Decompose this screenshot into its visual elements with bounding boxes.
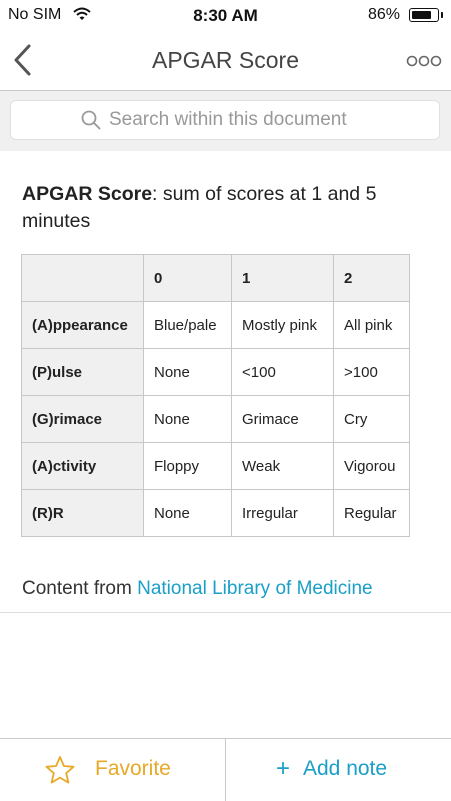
favorite-button[interactable]: Favorite [0,739,226,801]
star-icon [44,755,76,790]
table-header-cell: 1 [231,254,334,302]
source-link[interactable]: National Library of Medicine [137,578,373,599]
table-cell: Cry [333,395,410,443]
table-cell: All pink [333,301,410,349]
section-heading: APGAR Score: sum of scores at 1 and 5 mi… [22,181,432,235]
table-cell: Floppy [143,442,232,490]
table-row: (G)rimace None Grimace Cry [21,395,410,443]
row-label: (P)ulse [21,348,144,396]
more-icon [406,55,442,67]
apgar-table: 0 1 2 (A)ppearance Blue/pale Mostly pink… [21,254,410,537]
plus-icon: + [276,755,291,782]
search-input[interactable] [109,101,409,139]
table-cell: None [143,489,232,537]
table-row: (A)ppearance Blue/pale Mostly pink All p… [21,301,410,349]
heading-title: APGAR Score [22,183,153,205]
table-header-cell: 0 [143,254,232,302]
table-cell: >100 [333,348,410,396]
divider [0,612,451,613]
table-row: (R)R None Irregular Regular [21,489,410,537]
add-note-label: Add note [303,757,388,780]
favorite-label: Favorite [95,757,171,780]
row-label: (A)ppearance [21,301,144,349]
table-cell: <100 [231,348,334,396]
search-icon [81,110,101,135]
table-cell: Grimace [231,395,334,443]
table-cell: Irregular [231,489,334,537]
page-title: APGAR Score [152,47,299,73]
bottom-toolbar: Favorite + Add note [0,738,451,801]
row-label: (G)rimace [21,395,144,443]
table-header-cell: 2 [333,254,410,302]
table-cell: Regular [333,489,410,537]
source-prefix: Content from [22,578,138,599]
more-button[interactable] [405,49,445,73]
table-cell: Blue/pale [143,301,232,349]
status-bar: No SIM 8:30 AM 86% [0,0,451,32]
battery-cap [441,12,443,18]
table-cell: None [143,395,232,443]
table-header-row: 0 1 2 [21,254,410,302]
battery-icon [409,8,439,22]
table-row: (A)ctivity Floppy Weak Vigorou [21,442,410,490]
content-source: Content from National Library of Medicin… [22,578,373,600]
table-cell: Weak [231,442,334,490]
table-cell: Mostly pink [231,301,334,349]
table-row: (P)ulse None <100 >100 [21,348,410,396]
add-note-button[interactable]: + Add note [226,739,451,801]
table-cell: None [143,348,232,396]
search-box[interactable] [10,100,440,140]
table-header-cell [21,254,144,302]
battery-percent: 86% [368,6,401,23]
table-cell: Vigorou [333,442,410,490]
row-label: (R)R [21,489,144,537]
row-label: (A)ctivity [21,442,144,490]
battery-level [412,11,431,19]
nav-bar: APGAR Score [0,32,451,91]
search-area [0,91,451,151]
